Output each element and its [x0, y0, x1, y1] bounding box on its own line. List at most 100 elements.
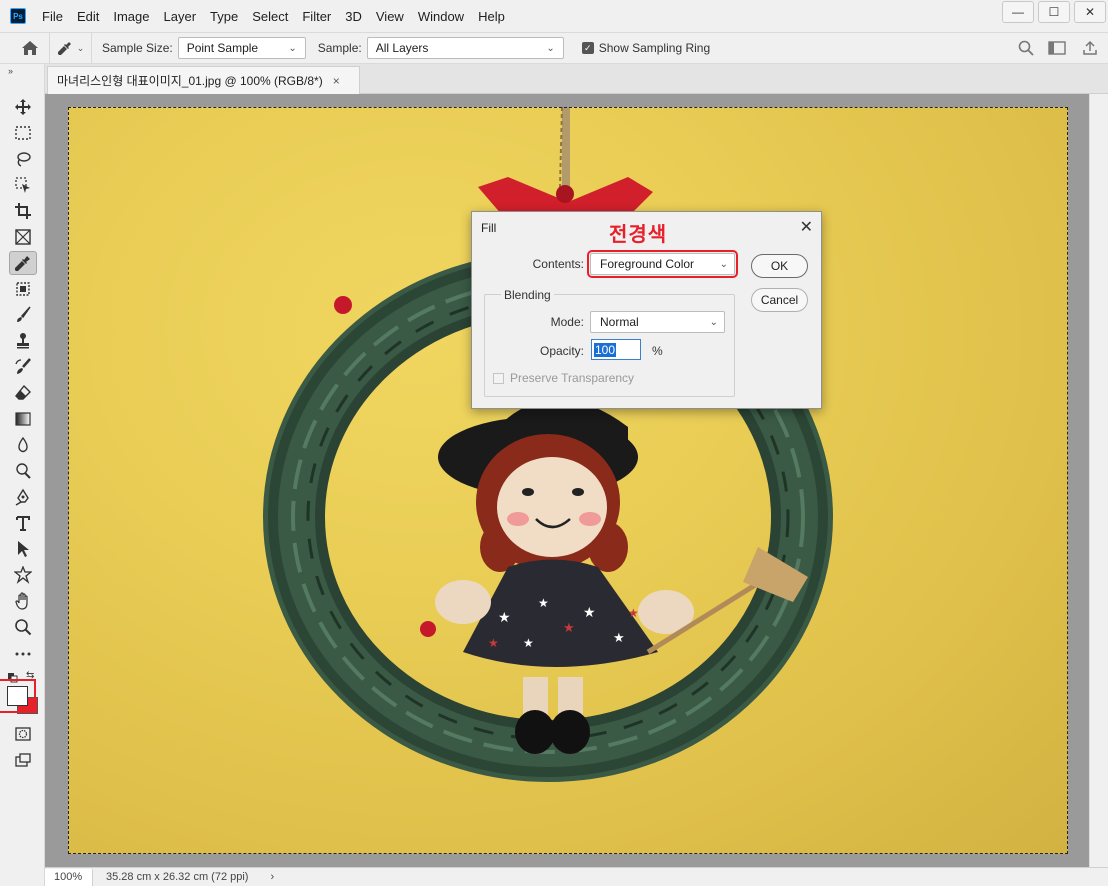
restore-button[interactable]: ☐: [1038, 1, 1070, 23]
clone-stamp-tool[interactable]: [9, 329, 37, 353]
path-selection-tool[interactable]: [9, 537, 37, 561]
eraser-tool[interactable]: [9, 381, 37, 405]
opacity-label: Opacity:: [539, 344, 584, 358]
sample-label: Sample:: [317, 41, 362, 55]
more-tools[interactable]: [9, 641, 37, 665]
show-sampling-ring-checkbox[interactable]: ✓: [581, 42, 594, 54]
fill-dialog: Fill 전경색 ✕ Contents: Foreground Color ⌄ …: [471, 211, 822, 409]
svg-text:★: ★: [488, 636, 499, 650]
close-icon[interactable]: ✕: [800, 217, 813, 237]
ok-button[interactable]: OK: [751, 254, 808, 278]
search-icon[interactable]: [1018, 40, 1034, 56]
photoshop-logo-icon: Ps: [10, 8, 26, 24]
workspace-icon[interactable]: [1048, 41, 1068, 55]
history-brush-tool[interactable]: [9, 355, 37, 379]
eyedropper-tool[interactable]: [9, 251, 37, 275]
contents-label: Contents:: [532, 257, 584, 271]
menu-edit[interactable]: Edit: [75, 7, 101, 26]
eraser-icon: [15, 384, 31, 400]
move-tool[interactable]: [9, 95, 37, 119]
marquee-tool[interactable]: [9, 121, 37, 145]
tool-preset-picker[interactable]: ⌄: [50, 33, 92, 63]
brush-icon: [17, 306, 31, 322]
mode-select[interactable]: Normal ⌄: [590, 311, 725, 333]
opacity-input[interactable]: 100: [591, 339, 641, 360]
gradient-tool[interactable]: [9, 407, 37, 431]
opacity-unit: %: [652, 344, 663, 358]
svg-text:★: ★: [563, 620, 575, 635]
svg-text:★: ★: [628, 606, 639, 620]
chevron-down-icon: ⌄: [76, 42, 85, 53]
history-brush-icon: [15, 358, 31, 374]
close-tab-icon[interactable]: ×: [333, 74, 340, 88]
droplet-icon: [18, 436, 28, 453]
cancel-button[interactable]: Cancel: [751, 288, 808, 312]
menu-layer[interactable]: Layer: [162, 7, 199, 26]
close-window-button[interactable]: ✕: [1074, 1, 1106, 23]
brush-tool[interactable]: [9, 303, 37, 327]
menu-3d[interactable]: 3D: [343, 7, 364, 26]
dodge-icon: [16, 463, 31, 479]
contents-select[interactable]: Foreground Color ⌄: [587, 250, 738, 278]
frame-icon: [15, 229, 31, 245]
collapse-panel-icon[interactable]: ››: [8, 66, 13, 76]
svg-text:★: ★: [498, 609, 511, 625]
eyedropper-icon: [15, 256, 30, 271]
preserve-transparency-option: Preserve Transparency: [493, 371, 634, 385]
screen-mode-icon: [15, 753, 31, 767]
move-icon: [15, 99, 31, 115]
menu-help[interactable]: Help: [476, 7, 507, 26]
shape-tool[interactable]: [9, 563, 37, 587]
custom-shape-icon: [14, 566, 32, 584]
lasso-icon: [17, 152, 31, 167]
sample-value: All Layers: [375, 41, 429, 55]
sample-size-label: Sample Size:: [102, 41, 173, 55]
menu-image[interactable]: Image: [111, 7, 151, 26]
vertical-scrollbar[interactable]: [1089, 94, 1108, 867]
contents-value: Foreground Color: [600, 257, 695, 271]
status-bar: 100% 35.28 cm x 26.32 cm (72 ppi) ›: [45, 867, 1108, 886]
zoom-level: 100%: [54, 871, 83, 883]
rectangular-marquee-icon: [15, 126, 31, 140]
hand-tool[interactable]: [9, 589, 37, 613]
pen-tool[interactable]: [9, 485, 37, 509]
dodge-tool[interactable]: [9, 459, 37, 483]
frame-tool[interactable]: [9, 225, 37, 249]
lasso-tool[interactable]: [9, 147, 37, 171]
menu-select[interactable]: Select: [250, 7, 290, 26]
menu-window[interactable]: Window: [416, 7, 466, 26]
blending-legend: Blending: [501, 288, 554, 302]
document-tab[interactable]: 마녀리스인형 대표이미지_01.jpg @ 100% (RGB/8*) ×: [47, 66, 360, 94]
menu-filter[interactable]: Filter: [300, 7, 333, 26]
screen-mode-tool[interactable]: [9, 748, 37, 772]
zoom-tool[interactable]: [9, 615, 37, 639]
sample-size-select[interactable]: Point Sample ⌄: [177, 37, 306, 59]
zoom-icon: [15, 619, 32, 636]
menu-file[interactable]: File: [40, 7, 65, 26]
svg-text:★: ★: [583, 604, 596, 620]
menu-view[interactable]: View: [374, 7, 406, 26]
ellipsis-icon: [15, 652, 31, 656]
menu-type[interactable]: Type: [208, 7, 240, 26]
minimize-button[interactable]: —: [1002, 1, 1034, 23]
home-button[interactable]: [10, 33, 50, 63]
healing-brush-tool[interactable]: [9, 277, 37, 301]
object-selection-tool[interactable]: [9, 173, 37, 197]
share-icon[interactable]: [1082, 40, 1098, 56]
crop-tool[interactable]: [9, 199, 37, 223]
swatch-highlight-annotation: [0, 679, 36, 713]
menu-bar: Ps File Edit Image Layer Type Select Fil…: [0, 0, 1108, 32]
zoom-level-field[interactable]: 100%: [45, 868, 93, 886]
sample-select[interactable]: All Layers ⌄: [366, 37, 564, 59]
blur-tool[interactable]: [9, 433, 37, 457]
type-tool[interactable]: [9, 511, 37, 535]
preserve-transparency-label: Preserve Transparency: [510, 371, 635, 385]
document-size: 35.28 cm x 26.32 cm (72 ppi): [106, 871, 249, 883]
crop-icon: [15, 203, 31, 219]
type-icon: [16, 516, 30, 531]
svg-text:★: ★: [538, 596, 549, 610]
quick-mask-tool[interactable]: [9, 722, 37, 746]
bandage-icon: [16, 282, 30, 296]
options-right-group: [1018, 33, 1098, 63]
status-menu-arrow-icon[interactable]: ›: [270, 871, 274, 883]
